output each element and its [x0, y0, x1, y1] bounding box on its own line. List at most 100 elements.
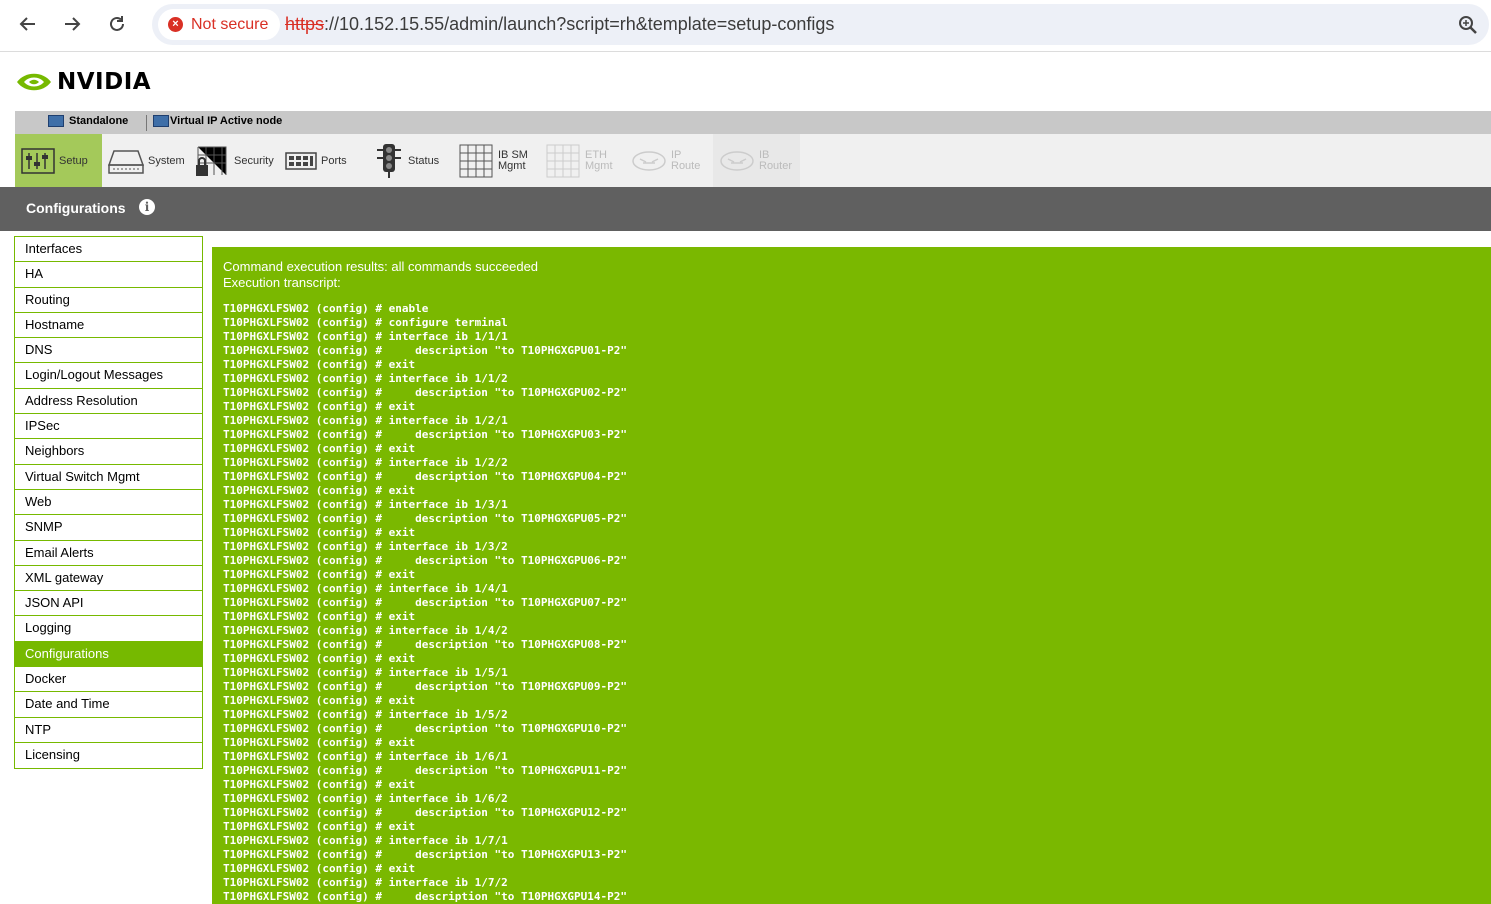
router-icon: [720, 150, 754, 171]
vip-label: Virtual IP Active node: [170, 115, 283, 127]
tab-setup[interactable]: Setup: [15, 134, 102, 187]
sidebar-item-hostname[interactable]: Hostname: [15, 312, 202, 339]
transcript-line: T10PHGXLFSW02 (config) # interface ib 1/…: [223, 624, 1491, 638]
transcript-line: T10PHGXLFSW02 (config) # exit: [223, 736, 1491, 750]
sidebar-item-ipsec[interactable]: IPSec: [15, 414, 202, 440]
tab-status-label: Status: [408, 154, 440, 167]
sidebar-item-docker[interactable]: Docker: [15, 667, 202, 693]
transcript-prompt: T10PHGXLFSW02 (config) #: [223, 876, 389, 889]
transcript-command: interface ib 1/7/1: [388, 834, 508, 847]
tab-eth-mgmt-label: ETH Mgmt: [585, 149, 613, 172]
sidebar-item-snmp[interactable]: SNMP: [15, 515, 202, 541]
transcript-prompt: T10PHGXLFSW02 (config) #: [223, 652, 389, 665]
system-icon: [108, 149, 144, 174]
sidebar-item-web[interactable]: Web: [15, 489, 202, 516]
transcript-command: description "to T10PHGXGPU05-P2": [388, 512, 627, 525]
tab-status[interactable]: Status: [368, 134, 452, 187]
transcript-prompt: T10PHGXLFSW02 (config) #: [223, 484, 389, 497]
browser-toolbar: × Not secure https://10.152.15.55/admin/…: [0, 0, 1491, 52]
transcript-line: T10PHGXLFSW02 (config) # interface ib 1/…: [223, 876, 1491, 890]
zoom-icon[interactable]: [1457, 14, 1479, 36]
sidebar-item-ntp[interactable]: NTP: [15, 717, 202, 743]
sidebar-item-neighbors[interactable]: Neighbors: [15, 439, 202, 465]
transcript-command: interface ib 1/5/1: [388, 666, 508, 679]
sidebar-item-xml-gateway[interactable]: XML gateway: [15, 565, 202, 592]
vip-status: Virtual IP Active node: [153, 115, 282, 127]
transcript-line: T10PHGXLFSW02 (config) # exit: [223, 568, 1491, 582]
tab-ports[interactable]: Ports: [279, 134, 359, 187]
transcript-line: T10PHGXLFSW02 (config) # exit: [223, 652, 1491, 666]
transcript-command: description "to T10PHGXGPU04-P2": [388, 470, 627, 483]
transcript-line: T10PHGXLFSW02 (config) # enable: [223, 302, 1491, 316]
transcript-prompt: T10PHGXLFSW02 (config) #: [223, 610, 389, 623]
sidebar-item-licensing[interactable]: Licensing: [15, 742, 202, 769]
sidebar-item-virtual-switch-mgmt[interactable]: Virtual Switch Mgmt: [15, 464, 202, 490]
info-icon[interactable]: i: [139, 199, 155, 215]
nvidia-logo: NVIDIA: [15, 68, 151, 96]
transcript-line: T10PHGXLFSW02 (config) # exit: [223, 400, 1491, 414]
sidebar-item-json-api[interactable]: JSON API: [15, 591, 202, 617]
transcript-prompt: T10PHGXLFSW02 (config) #: [223, 400, 389, 413]
transcript-prompt: T10PHGXLFSW02 (config) #: [223, 638, 389, 651]
transcript-line: T10PHGXLFSW02 (config) # description "to…: [223, 344, 1491, 358]
back-arrow-icon[interactable]: [13, 9, 43, 39]
tab-ib-router: IB Router: [713, 134, 800, 187]
sidebar-item-login-logout-messages[interactable]: Login/Logout Messages: [15, 363, 202, 389]
transcript-command: description "to T10PHGXGPU02-P2": [388, 386, 627, 399]
transcript-prompt: T10PHGXLFSW02 (config) #: [223, 386, 389, 399]
monitor-icon: [48, 115, 64, 127]
transcript-line: T10PHGXLFSW02 (config) # description "to…: [223, 806, 1491, 820]
router-icon: [632, 150, 666, 171]
security-label: Not secure: [191, 15, 269, 33]
transcript-prompt: T10PHGXLFSW02 (config) #: [223, 736, 389, 749]
tab-security-label: Security: [234, 154, 274, 167]
transcript-command: interface ib 1/4/1: [388, 582, 508, 595]
tab-system[interactable]: System: [102, 134, 188, 187]
tab-ib-router-line2: Router: [759, 159, 793, 172]
ib-grid-icon: [459, 144, 493, 177]
transcript-line: T10PHGXLFSW02 (config) # interface ib 1/…: [223, 456, 1491, 470]
transcript-command: exit: [388, 736, 416, 749]
tab-eth-line2: Mgmt: [585, 159, 613, 172]
sidebar-item-configurations[interactable]: Configurations: [15, 641, 202, 668]
sidebar-item-routing[interactable]: Routing: [15, 287, 202, 313]
sidebar-item-ha[interactable]: HA: [15, 262, 202, 288]
transcript-command: description "to T10PHGXGPU14-P2": [388, 890, 627, 903]
sidebar-item-address-resolution[interactable]: Address Resolution: [15, 388, 202, 415]
tab-ip-route-label: IP Route: [671, 149, 701, 172]
transcript-line: T10PHGXLFSW02 (config) # configure termi…: [223, 316, 1491, 330]
sidebar-item-dns[interactable]: DNS: [15, 338, 202, 364]
url-text[interactable]: https://10.152.15.55/admin/launch?script…: [285, 14, 834, 35]
reload-icon[interactable]: [102, 9, 132, 39]
address-bar[interactable]: × Not secure https://10.152.15.55/admin/…: [152, 4, 1489, 45]
sidebar-item-logging[interactable]: Logging: [15, 616, 202, 642]
url-path: ://10.152.15.55/admin/launch?script=rh&t…: [324, 14, 835, 34]
eth-grid-icon: [546, 144, 580, 177]
sidebar-item-email-alerts[interactable]: Email Alerts: [15, 540, 202, 566]
transcript-prompt: T10PHGXLFSW02 (config) #: [223, 792, 389, 805]
tab-ip-line2: Route: [671, 159, 701, 172]
traffic-light-icon: [377, 143, 401, 178]
transcript-command: interface ib 1/3/2: [388, 540, 508, 553]
transcript-prompt: T10PHGXLFSW02 (config) #: [223, 596, 389, 609]
transcript-line: T10PHGXLFSW02 (config) # exit: [223, 526, 1491, 540]
tab-security[interactable]: Security: [188, 134, 274, 187]
transcript-command: interface ib 1/7/2: [388, 876, 508, 889]
transcript-line: T10PHGXLFSW02 (config) # interface ib 1/…: [223, 414, 1491, 428]
transcript-prompt: T10PHGXLFSW02 (config) #: [223, 582, 389, 595]
sidebar-item-interfaces[interactable]: Interfaces: [15, 237, 202, 263]
transcript-prompt: T10PHGXLFSW02 (config) #: [223, 890, 389, 903]
execution-status: Command execution results: all commands …: [223, 259, 539, 274]
tab-ib-sm-mgmt[interactable]: IB SM Mgmt: [452, 134, 539, 187]
sidebar-item-date-and-time[interactable]: Date and Time: [15, 692, 202, 718]
transcript-command: interface ib 1/1/1: [388, 330, 508, 343]
transcript-command: description "to T10PHGXGPU08-P2": [388, 638, 627, 651]
security-chip[interactable]: × Not secure: [158, 9, 281, 40]
transcript-line: T10PHGXLFSW02 (config) # interface ib 1/…: [223, 666, 1491, 680]
transcript-prompt: T10PHGXLFSW02 (config) #: [223, 540, 389, 553]
url-scheme: https: [285, 14, 325, 34]
transcript-line: T10PHGXLFSW02 (config) # exit: [223, 610, 1491, 624]
forward-arrow-icon[interactable]: [57, 9, 87, 39]
transcript-line: T10PHGXLFSW02 (config) # description "to…: [223, 848, 1491, 862]
transcript-line: T10PHGXLFSW02 (config) # description "to…: [223, 596, 1491, 610]
